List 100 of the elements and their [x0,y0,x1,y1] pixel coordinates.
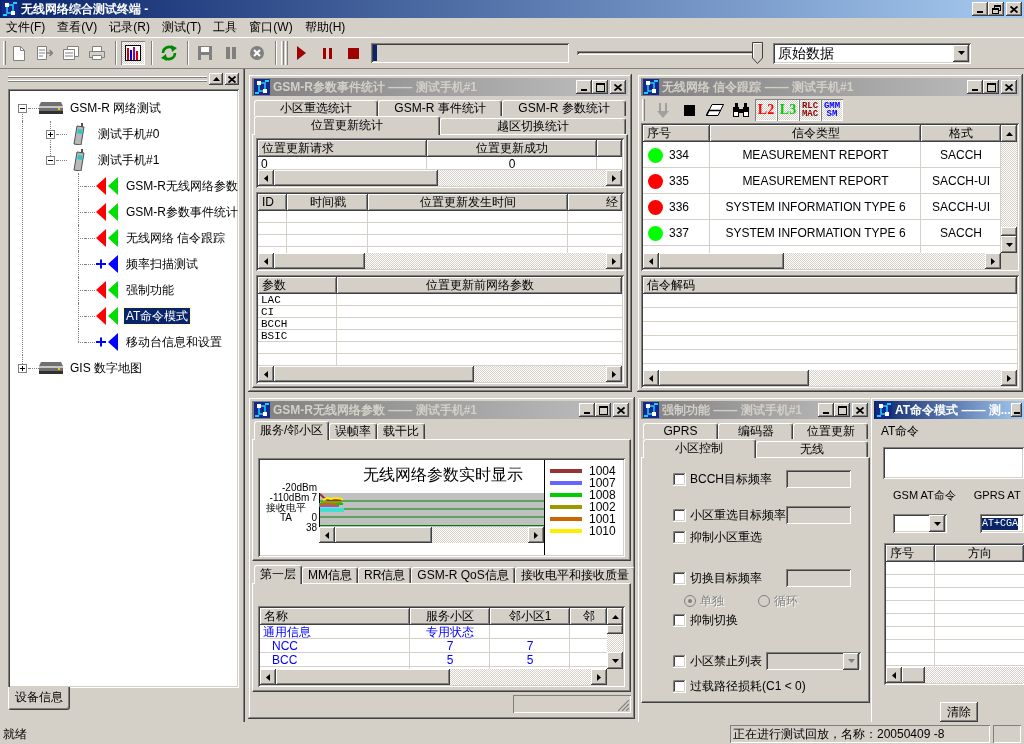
tree-item[interactable]: AT命令模式 [124,308,191,324]
scroll-left-button[interactable] [643,370,659,386]
scroll-right-button[interactable] [985,253,1001,269]
expand-icon[interactable] [45,129,55,139]
scroll-right-button[interactable] [528,527,544,543]
tab[interactable]: 小区控制 [643,439,756,458]
expand-icon[interactable] [17,363,27,373]
horizontal-scrollbar[interactable] [319,527,544,543]
column-header[interactable]: 时间戳 [287,194,368,211]
clear-button[interactable]: 清除 [940,702,978,722]
column-header[interactable]: 序号 [886,545,935,562]
horizontal-scrollbar[interactable] [643,253,1001,269]
input-field[interactable] [786,506,851,524]
tab[interactable]: 误帧率 [329,423,378,439]
close-button[interactable] [1006,2,1022,16]
minimize-button[interactable] [967,80,983,94]
horizontal-scrollbar[interactable] [260,669,607,685]
menu-item[interactable]: 帮助(H) [298,19,352,36]
close-button[interactable] [225,73,239,85]
scroll-left-button[interactable] [319,527,335,543]
tab[interactable]: 第一层 [254,565,302,584]
column-header[interactable]: 经 [568,194,622,211]
tree-item[interactable]: 强制功能 [124,282,176,298]
maximize-button[interactable] [592,80,608,94]
gprs-command-field[interactable]: AT+CGA [980,514,1024,533]
horizontal-scrollbar[interactable] [643,370,1017,386]
vertical-scrollbar[interactable] [1001,125,1017,253]
scroll-thumb[interactable] [274,170,438,186]
close-button[interactable] [1001,80,1017,94]
tree-item[interactable]: GSM-R 网络测试 [68,100,164,116]
horizontal-scrollbar[interactable] [258,253,622,269]
dropdown-button[interactable] [929,515,945,532]
scroll-left-button[interactable] [258,366,274,382]
scroll-left-button[interactable] [260,669,276,685]
menu-item[interactable]: 窗口(W) [243,19,299,36]
collapse-icon[interactable] [45,155,55,165]
slider-thumb[interactable] [752,42,763,64]
column-header[interactable] [597,140,622,157]
tree-item[interactable]: GSM-R参数事件统计 [124,204,239,220]
minimize-button[interactable] [576,80,592,94]
column-header[interactable]: 方向 [935,545,1024,562]
maximize-button[interactable] [983,80,999,94]
tab[interactable]: 小区重选统计 [254,100,378,116]
tab[interactable]: 服务/邻小区 [254,421,330,440]
scroll-down-button[interactable] [1001,236,1017,253]
horizontal-scrollbar[interactable] [886,667,1024,683]
command-field[interactable] [883,447,1024,479]
mode-dropdown[interactable]: 原始数据 [773,42,971,64]
filter-button[interactable]: GMM SM [821,99,843,121]
collapse-icon[interactable] [17,103,27,113]
column-header[interactable]: 序号 [643,125,710,142]
minimize-button[interactable] [818,403,834,417]
minimize-button[interactable] [972,2,988,16]
scroll-thumb[interactable] [607,625,623,634]
vertical-scrollbar[interactable] [607,608,623,669]
scroll-thumb[interactable] [276,669,450,685]
input-field[interactable] [786,470,851,488]
scroll-right-button[interactable] [606,253,622,269]
close-button[interactable] [613,403,629,417]
scroll-thumb[interactable] [659,370,809,386]
column-header[interactable]: 位置更新成功 [427,140,597,157]
minimize-button[interactable] [579,403,595,417]
column-header[interactable]: 名称 [260,608,410,625]
minimize-button[interactable] [1011,403,1022,417]
tree-item[interactable]: 测试手机#0 [96,126,162,142]
tree-item[interactable]: 频率扫描测试 [124,256,200,272]
tab[interactable]: 位置更新统计 [254,116,440,135]
tab[interactable]: 无线 [755,441,868,457]
column-header[interactable]: 位置更新发生时间 [368,194,568,211]
tab[interactable]: 载干比 [377,423,426,439]
tab[interactable]: GSM-R 事件统计 [378,100,502,116]
scroll-down-button[interactable] [607,652,623,669]
tree-item[interactable]: 移动台信息和设置 [124,334,224,350]
checkbox[interactable] [673,679,686,693]
horizontal-scrollbar[interactable] [258,366,622,382]
column-header[interactable]: ID [258,194,287,211]
menu-item[interactable]: 记录(R) [103,19,156,36]
column-header[interactable]: 格式 [921,125,1001,142]
tab[interactable]: RR信息 [358,567,412,583]
close-button[interactable] [852,403,868,417]
menu-item[interactable]: 测试(T) [156,19,208,36]
checkbox[interactable] [673,571,686,585]
scroll-left-button[interactable] [643,253,659,269]
tab[interactable]: 接收电平和接收质量 [514,567,635,583]
tree-item[interactable]: 无线网络 信令跟踪 [124,230,228,246]
column-header[interactable]: 参数 [258,277,337,294]
scroll-thumb[interactable] [274,366,475,382]
scroll-up-button[interactable] [1001,125,1017,142]
dropdown-button[interactable] [953,44,969,62]
column-header[interactable]: 服务小区 [410,608,490,625]
scroll-right-button[interactable] [606,170,622,186]
scroll-thumb[interactable] [274,253,365,269]
tree-item[interactable]: 测试手机#1 [96,152,162,168]
menu-item[interactable]: 查看(V) [51,19,104,36]
tree-item[interactable]: GIS 数字地图 [68,360,144,376]
column-header[interactable]: 位置更新前网络参数 [337,277,622,294]
menu-item[interactable]: 工具 [207,19,244,36]
column-header[interactable]: 信令解码 [643,277,1017,294]
filter-button[interactable]: RLC MAC [799,99,821,121]
checkbox[interactable] [673,530,686,544]
